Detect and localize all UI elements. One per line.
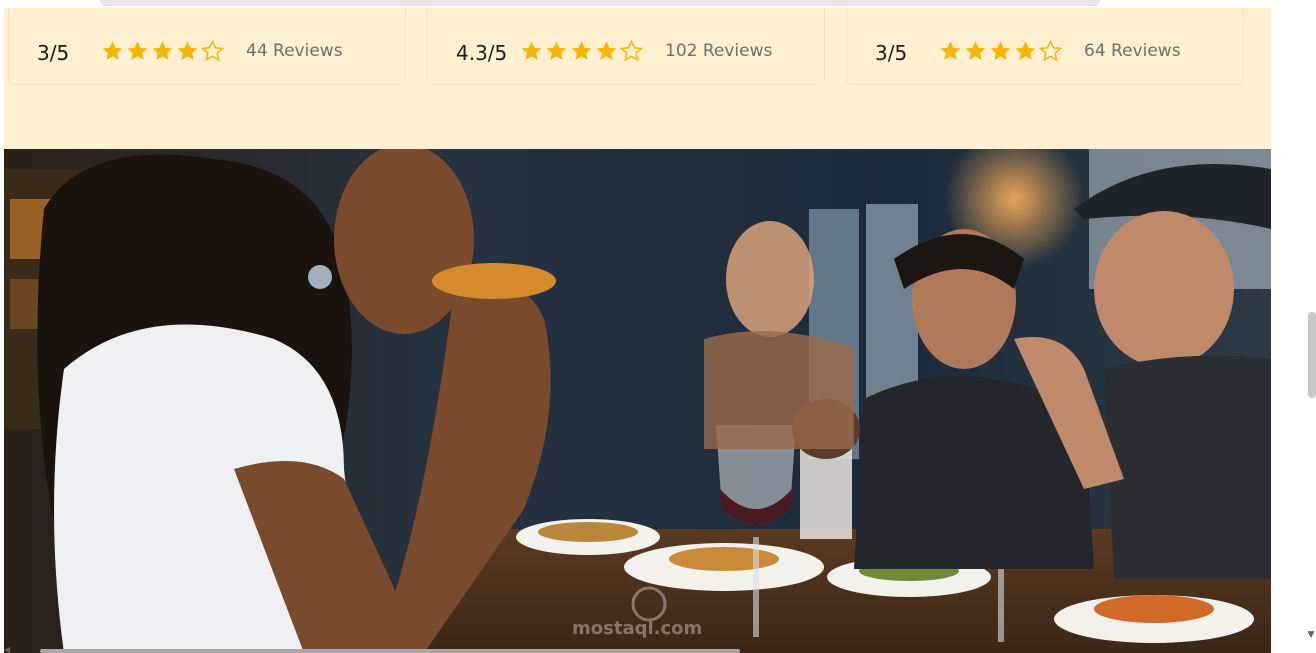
rating-score: 3/5 (875, 41, 908, 65)
star-icon (990, 41, 1011, 60)
star-icon (102, 41, 123, 60)
review-count[interactable]: 102 Reviews (665, 31, 772, 61)
star-icon (965, 41, 986, 60)
star-rating (939, 30, 1062, 62)
star-rating (520, 30, 643, 62)
star-icon (521, 41, 542, 60)
hero-photo-illustration: mostaql.com (4, 149, 1271, 653)
review-count[interactable]: 44 Reviews (246, 31, 343, 61)
review-count[interactable]: 64 Reviews (1084, 31, 1181, 61)
chevron-down-icon[interactable]: ▼ (1306, 630, 1316, 640)
star-icon (127, 41, 148, 60)
page: 3/5 44 Reviews 4.3/5 102 Reviews 3/5 64 … (0, 0, 1316, 653)
star-icon (177, 41, 198, 60)
chevron-left-icon[interactable]: ◀ (4, 645, 10, 653)
vertical-scrollbar-thumb[interactable] (1308, 312, 1316, 398)
rating-card-2: 4.3/5 102 Reviews (427, 8, 825, 85)
rating-card-1: 3/5 44 Reviews (8, 8, 406, 85)
star-icon (940, 41, 961, 60)
ratings-band: 3/5 44 Reviews 4.3/5 102 Reviews 3/5 64 … (4, 8, 1271, 149)
star-outline-icon (620, 40, 643, 62)
rating-card-3: 3/5 64 Reviews (846, 8, 1244, 85)
rating-score: 4.3/5 (456, 41, 508, 65)
hero-restaurant-photo: mostaql.com (4, 149, 1271, 653)
star-icon (152, 41, 173, 60)
star-outline-icon (201, 40, 224, 62)
top-strip (100, 0, 1100, 6)
rating-score: 3/5 (37, 41, 70, 65)
star-rating (101, 30, 224, 62)
star-icon (596, 41, 617, 60)
star-outline-icon (1039, 40, 1062, 62)
star-icon (546, 41, 567, 60)
watermark-text: mostaql.com (572, 618, 702, 639)
star-icon (1015, 41, 1036, 60)
star-icon (571, 41, 592, 60)
horizontal-scrollbar-thumb[interactable] (40, 649, 740, 653)
